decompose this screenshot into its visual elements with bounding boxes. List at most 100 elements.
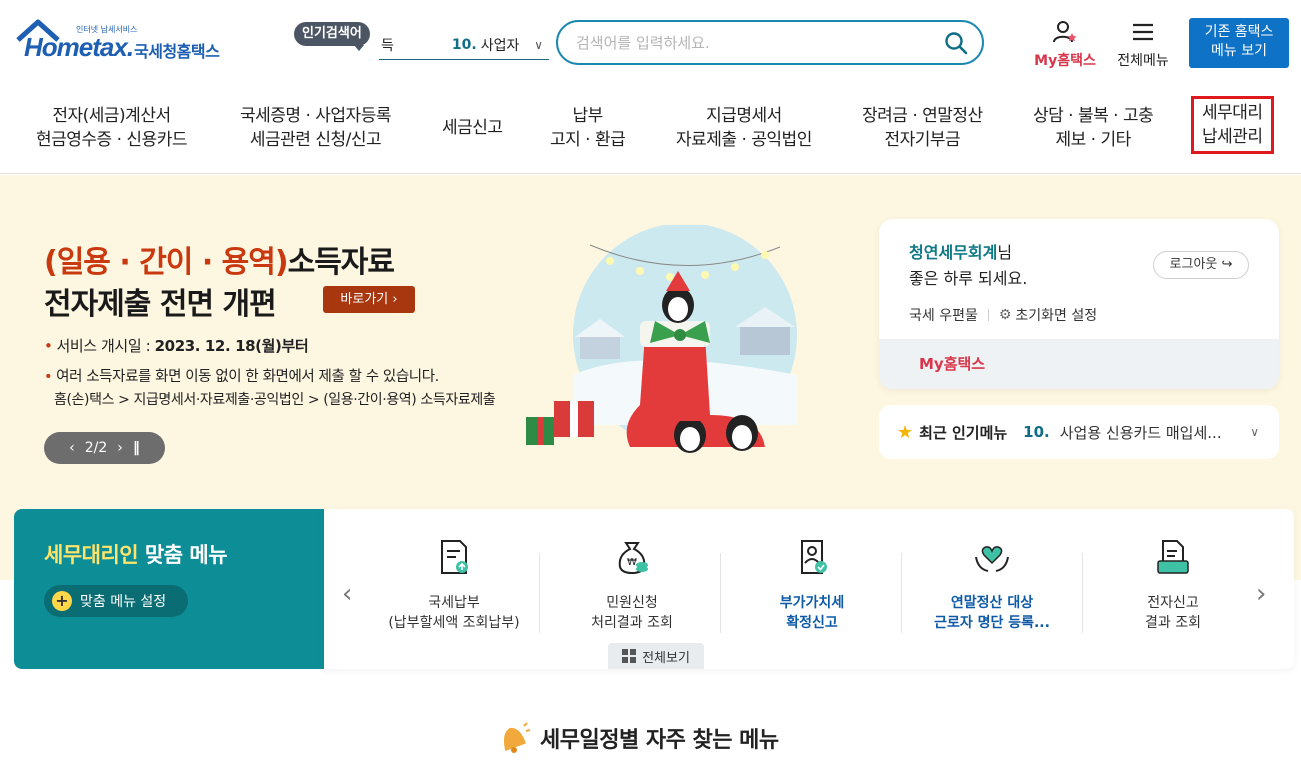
money-bag-icon: ₩ — [618, 542, 648, 575]
legacy-menu-button[interactable]: 기존 홈택스 메뉴 보기 — [1189, 18, 1289, 68]
quick-label: (납부할세액 조회납부) — [388, 615, 520, 631]
service-date-label: 서비스 개시일 : — [56, 337, 151, 355]
my-hometax-link[interactable]: My홈택스 — [919, 353, 985, 374]
nav-label: 세금관련 신청/신고 — [249, 130, 382, 150]
popular-fragment: 득 — [381, 37, 394, 54]
quick-label: 연말정산 대상 — [950, 595, 1034, 611]
banner-title: (일용 · 간이 · 용역)소득자료 — [44, 237, 395, 281]
all-menu-button[interactable]: 전체메뉴 — [1112, 20, 1174, 70]
nav-certificate[interactable]: 국세증명 · 사업자등록 세금관련 신청/신고 — [240, 104, 391, 152]
banner-go-button[interactable]: 바로가기 › — [323, 286, 415, 313]
nav-payment-statement[interactable]: 지급명세서 자료제출 · 공익법인 — [676, 104, 812, 152]
user-name-suffix: 님 — [997, 243, 1013, 262]
nav-tax-report[interactable]: 세금신고 — [442, 116, 503, 140]
search-icon[interactable] — [944, 31, 968, 55]
quick-label: 확정신고 — [786, 615, 838, 631]
service-date-value: 2023. 12. 18(월)부터 — [154, 337, 309, 355]
banner-desc-text: 여러 소득자료를 화면 이동 없이 한 화면에서 제출 할 수 있습니다. — [56, 369, 439, 385]
nav-label: 자료제출 · 공익법인 — [676, 130, 812, 150]
prev-icon[interactable]: ‹ — [69, 440, 75, 456]
home-setting-link[interactable]: 초기화면 설정 — [1015, 305, 1097, 325]
nav-label: 지급명세서 — [706, 106, 782, 126]
popular-rank: 10. — [451, 36, 477, 53]
nav-label: 현금영수증 · 신용카드 — [36, 130, 187, 150]
quick-label: 부가가치세 — [779, 595, 845, 611]
chevron-left-icon[interactable]: ‹ — [342, 579, 352, 609]
recent-rank: 10. — [1023, 423, 1050, 441]
quick-item-civil-result[interactable]: ₩ 민원신청 처리결과 조회 — [542, 537, 722, 633]
user-name-value: 청연세무회계 — [909, 243, 998, 262]
nav-consulting[interactable]: 상담 · 불복 · 고충 제보 · 기타 — [1033, 104, 1154, 152]
document-upload-icon — [441, 540, 468, 574]
agent-menu-panel: 세무대리인 맞춤 메뉴 + 맞춤 메뉴 설정 — [14, 509, 324, 669]
folder-result-icon — [1157, 540, 1189, 574]
popular-search-badge: 인기검색어 — [294, 22, 370, 51]
vat-report-icon — [801, 540, 827, 574]
banner-path: 홈(손)택스 > 지급명세서·자료제출·공익법인 > (일용·간이·용역) 소득… — [54, 392, 496, 408]
go-label: 바로가기 — [340, 292, 389, 307]
user-name: 청연세무회계님 — [909, 239, 1012, 263]
nav-label: 세무대리 — [1202, 103, 1263, 123]
chevron-down-icon: ∨ — [534, 38, 543, 52]
tax-mail-link[interactable]: 국세 우편물 — [909, 305, 978, 325]
logo-brand: Hometax. — [24, 32, 134, 62]
search-box — [556, 20, 984, 65]
search-input[interactable] — [576, 31, 936, 55]
logout-button[interactable]: 로그아웃 ↪ — [1153, 251, 1249, 279]
custom-menu-setting-button[interactable]: + 맞춤 메뉴 설정 — [44, 585, 188, 617]
grid-icon — [622, 649, 637, 663]
quick-label: 민원신청 — [606, 595, 658, 611]
quick-item-tax-payment[interactable]: 국세납부 (납부할세액 조회납부) — [364, 537, 544, 633]
recent-popular-menu[interactable]: ★ 최근 인기메뉴 10. 사업용 신용카드 매입세... ∨ — [879, 405, 1279, 459]
chevron-down-icon: ∨ — [1250, 425, 1259, 439]
popular-keyword: 사업자 — [480, 37, 520, 54]
main-navigation: 전자(세금)계산서 현금영수증 · 신용카드 국세증명 · 사업자등록 세금관련… — [0, 88, 1301, 174]
plus-icon: + — [52, 591, 72, 611]
nav-e-invoice[interactable]: 전자(세금)계산서 현금영수증 · 신용카드 — [36, 104, 187, 152]
agent-menu-title: 세무대리인 맞춤 메뉴 — [44, 539, 228, 569]
nav-label: 장려금 · 연말정산 — [862, 106, 983, 126]
nav-incentive[interactable]: 장려금 · 연말정산 전자기부금 — [862, 104, 983, 152]
view-all-button[interactable]: 전체보기 — [608, 643, 704, 669]
greeting: 좋은 하루 되세요. — [909, 269, 1028, 288]
popular-search-select[interactable]: 득 10. 사업자 ∨ — [379, 30, 549, 60]
login-links: 국세 우편물 ⚙ 초기화면 설정 — [909, 305, 1097, 325]
agent-title-accent: 세무대리인 — [44, 543, 139, 567]
login-card-footer: My홈택스 — [879, 339, 1279, 389]
nav-label: 납세관리 — [1202, 127, 1263, 147]
nav-tax-agent[interactable]: 세무대리 납세관리 — [1191, 96, 1274, 154]
divider — [987, 309, 989, 321]
banner-title-line2: 전자제출 전면 개편 — [44, 287, 277, 322]
legacy-line2: 메뉴 보기 — [1211, 43, 1267, 59]
nav-label: 납부 — [572, 106, 604, 126]
nav-payment[interactable]: 납부 고지 · 환급 — [550, 104, 626, 152]
logo-korean: 국세청홈택스 — [134, 42, 220, 61]
gear-icon: ⚙ — [998, 307, 1012, 323]
legacy-line1: 기존 홈택스 — [1204, 24, 1274, 40]
bell-icon — [503, 722, 530, 753]
quick-item-e-filing-result[interactable]: 전자신고 결과 조회 — [1083, 537, 1263, 633]
nav-label: 전자기부금 — [884, 130, 961, 150]
nav-label: 고지 · 환급 — [550, 130, 626, 150]
svg-text:₩: ₩ — [627, 557, 637, 568]
recent-title: 최근 인기메뉴 — [919, 423, 1008, 442]
nav-label: 세금신고 — [442, 118, 503, 138]
hometax-logo[interactable]: 인터넷 납세서비스 Hometax. 국세청홈택스 — [16, 18, 236, 68]
christmas-boot-illustration — [526, 225, 797, 453]
banner-service-date: • 서비스 개시일 : 2023. 12. 18(월)부터 — [44, 337, 309, 355]
pause-icon[interactable]: ‖ — [133, 440, 140, 456]
banner-title-accent: (일용 · 간이 · 용역) — [44, 245, 289, 280]
quick-item-year-end[interactable]: 연말정산 대상 근로자 명단 등록... — [902, 537, 1082, 633]
quick-item-vat-report[interactable]: 부가가치세 확정신고 — [722, 537, 902, 633]
quick-label: 처리결과 조회 — [591, 615, 673, 631]
banner-description: • 여러 소득자료를 화면 이동 없이 한 화면에서 제출 할 수 있습니다. — [44, 369, 439, 385]
my-hometax-button[interactable]: My홈택스 — [1030, 20, 1100, 70]
quick-menu: ‹ › 국세납부 (납부할세액 조회납부) ₩ 민원신청 처리결과 조회 부가가… — [324, 509, 1294, 669]
login-card: 청연세무회계님 좋은 하루 되세요. 로그아웃 ↪ 국세 우편물 ⚙ 초기화면 … — [879, 219, 1279, 389]
nav-label: 상담 · 불복 · 고충 — [1033, 106, 1154, 126]
next-icon[interactable]: › — [117, 440, 123, 456]
divider — [539, 553, 540, 633]
recent-value: 사업용 신용카드 매입세... — [1059, 423, 1222, 442]
all-menu-label: 전체메뉴 — [1117, 53, 1169, 69]
section-heading: 세무일정별 자주 찾는 메뉴 — [494, 722, 779, 754]
